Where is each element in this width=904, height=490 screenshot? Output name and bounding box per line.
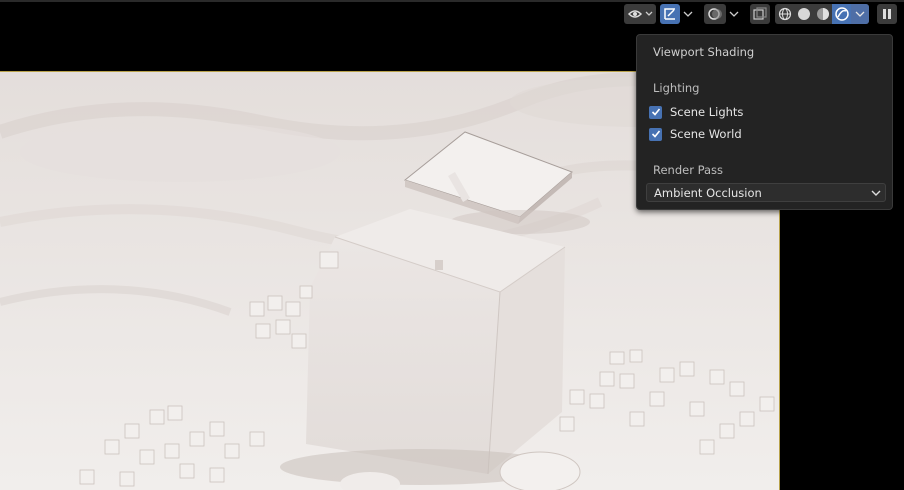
scene-world-checkbox[interactable]: Scene World: [649, 126, 742, 142]
gizmo-dropdown-icon[interactable]: [681, 4, 695, 24]
render-pass-label: Render Pass: [653, 163, 724, 177]
overlay-icon[interactable]: [704, 4, 726, 24]
render-pass-value: Ambient Occlusion: [654, 185, 762, 200]
visibility-icon[interactable]: [624, 4, 656, 24]
xray-icon[interactable]: [750, 4, 770, 24]
popover-title: Viewport Shading: [653, 45, 755, 59]
lighting-label: Lighting: [653, 81, 700, 95]
pause-icon[interactable]: [877, 4, 897, 24]
checkbox-checked-icon[interactable]: [649, 105, 662, 119]
shading-mode-group: [775, 4, 869, 24]
gizmo-icon[interactable]: [660, 4, 680, 24]
scene-world-label: Scene World: [670, 127, 742, 141]
overlay-dropdown-icon[interactable]: [727, 4, 741, 24]
scene-lights-label: Scene Lights: [670, 105, 744, 119]
window-top-edge: [0, 0, 904, 2]
checkbox-checked-icon[interactable]: [649, 127, 662, 141]
scene-lights-checkbox[interactable]: Scene Lights: [649, 104, 743, 120]
rendered-shading-icon[interactable]: [832, 4, 851, 24]
viewport-shading-popover: Viewport Shading Lighting Scene Lights S…: [636, 34, 893, 210]
solid-shading-icon[interactable]: [794, 4, 813, 24]
chevron-down-icon: [871, 187, 881, 201]
wireframe-shading-icon[interactable]: [775, 4, 794, 24]
shading-options-dropdown[interactable]: [851, 4, 869, 24]
render-pass-select[interactable]: Ambient Occlusion: [646, 183, 886, 202]
material-shading-icon[interactable]: [813, 4, 832, 24]
